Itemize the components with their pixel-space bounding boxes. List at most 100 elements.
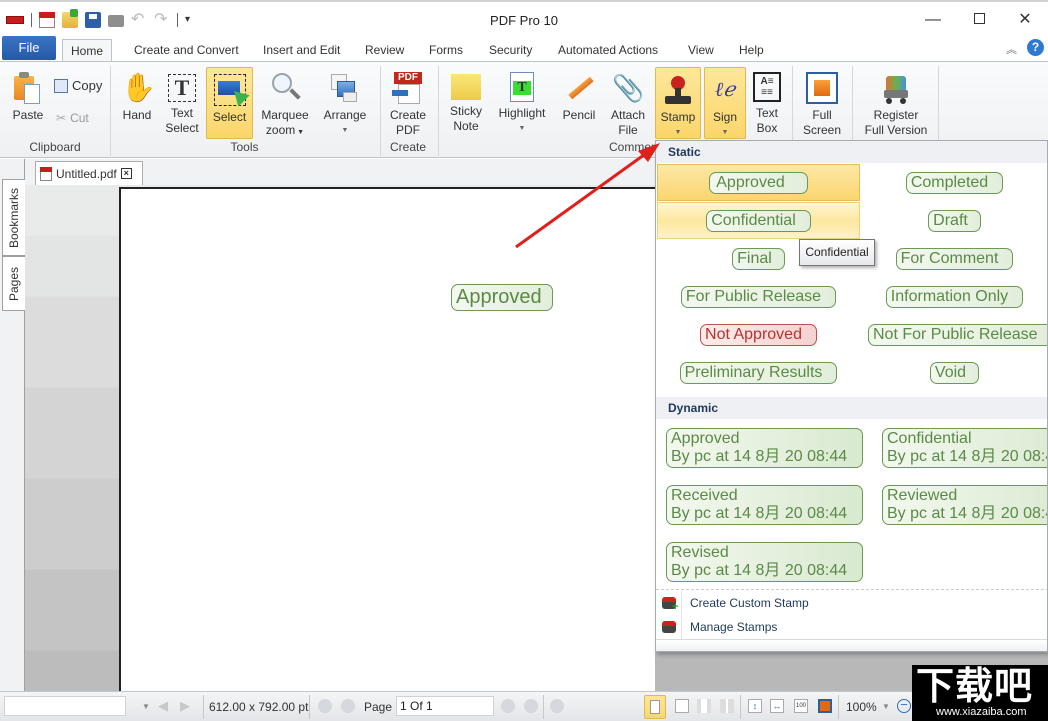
dynamic-stamp-info: By pc at 14 8月 20 08:44 xyxy=(887,505,1048,522)
first-page-icon[interactable] xyxy=(318,699,332,713)
highlight-button[interactable]: T Highlight ▼ xyxy=(494,66,550,140)
bookmarks-tab[interactable]: Bookmarks xyxy=(2,179,25,256)
dynamic-stamp-confidential[interactable]: Confidential By pc at 14 8月 20 08:44 xyxy=(882,428,1047,468)
dynamic-stamp-received[interactable]: Received By pc at 14 8月 20 08:44 xyxy=(666,485,863,525)
sticky-note-button[interactable]: Sticky Note xyxy=(444,66,488,140)
placed-stamp-approved[interactable]: Approved xyxy=(451,284,553,311)
stamp-option-void[interactable]: Void xyxy=(853,354,1047,391)
last-page-icon[interactable] xyxy=(524,699,538,713)
separator xyxy=(838,695,839,719)
continuous-view-icon[interactable] xyxy=(675,699,689,713)
stamp-option-confidential[interactable]: Confidential xyxy=(657,202,860,239)
paste-button[interactable]: Paste xyxy=(6,66,50,132)
sign-button[interactable]: ℓℯ Sign ▼ xyxy=(704,67,746,139)
text-select-label-2: Select xyxy=(165,121,199,135)
previous-page-icon[interactable] xyxy=(341,699,355,713)
marquee-zoom-button[interactable]: Marquee zoom ▼ xyxy=(256,66,314,140)
stamp-option-for-comment[interactable]: For Comment xyxy=(853,240,1047,277)
tab-view[interactable]: View xyxy=(680,39,722,62)
paste-label: Paste xyxy=(12,108,44,122)
stamp-option-preliminary-results[interactable]: Preliminary Results xyxy=(657,354,860,391)
full-screen-icon xyxy=(806,72,838,104)
attach-file-button[interactable]: 📎 Attach File xyxy=(606,66,650,140)
tab-insert-and-edit[interactable]: Insert and Edit xyxy=(255,39,348,62)
text-select-button[interactable]: T Text Select xyxy=(160,66,204,140)
tab-home[interactable]: Home xyxy=(62,39,113,62)
collapse-ribbon-icon[interactable]: ︽ xyxy=(1006,41,1017,57)
back-icon[interactable] xyxy=(550,699,564,713)
page-label: Page xyxy=(364,700,393,714)
dynamic-stamp-revised[interactable]: Revised By pc at 14 8月 20 08:44 xyxy=(666,542,863,582)
stamp-option-draft[interactable]: Draft xyxy=(853,202,1047,239)
cut-label: Cut xyxy=(70,111,89,125)
manage-stamps-item[interactable]: Manage Stamps xyxy=(656,615,1047,639)
text-box-button[interactable]: A≡ ≡≡ Text Box xyxy=(748,66,786,140)
dynamic-section-header: Dynamic xyxy=(656,397,1047,419)
maximize-button[interactable] xyxy=(964,8,994,32)
file-menu-button[interactable]: File xyxy=(2,36,56,60)
stamp-option-information-only[interactable]: Information Only xyxy=(853,278,1047,315)
fit-page-icon[interactable] xyxy=(818,699,832,713)
attach-label-2: File xyxy=(618,123,638,137)
create-pdf-button[interactable]: PDF Create PDF xyxy=(386,66,430,137)
sticky-label-2: Note xyxy=(453,119,479,133)
pencil-button[interactable]: Pencil xyxy=(558,66,600,132)
full-screen-button[interactable]: Full Screen xyxy=(798,66,846,140)
document-tab[interactable]: Untitled.pdf × xyxy=(35,161,143,185)
stamp-option-approved[interactable]: Approved xyxy=(657,164,860,201)
next-page-icon[interactable] xyxy=(501,699,515,713)
close-button[interactable]: ✕ xyxy=(1010,8,1040,32)
arrange-button[interactable]: Arrange ▼ xyxy=(318,66,372,140)
zoom-dropdown-icon[interactable]: ▼ xyxy=(882,702,890,711)
stamp-option-for-public-release[interactable]: For Public Release xyxy=(657,278,860,315)
stamp-option-not-approved[interactable]: Not Approved xyxy=(657,316,860,353)
fit-width-icon[interactable]: ↔ xyxy=(770,699,784,713)
pdf-page[interactable]: Approved xyxy=(119,187,659,691)
stamp-icon xyxy=(662,74,694,106)
create-custom-stamp-item[interactable]: + Create Custom Stamp xyxy=(656,591,1047,615)
full-screen-label-2: Screen xyxy=(802,123,842,137)
single-page-view-button[interactable] xyxy=(644,695,666,719)
hand-tool-button[interactable]: ✋ Hand xyxy=(116,66,158,132)
tab-automated-actions[interactable]: Automated Actions xyxy=(550,39,666,62)
actual-size-icon[interactable]: 100 xyxy=(794,699,808,713)
facing-view-icon[interactable] xyxy=(697,699,711,713)
register-button[interactable]: Register Full Version xyxy=(858,66,934,140)
page-size-readout: 612.00 x 792.00 pt xyxy=(209,700,309,714)
dynamic-stamp-approved[interactable]: Approved By pc at 14 8月 20 08:44 xyxy=(666,428,863,468)
pages-tab[interactable]: Pages xyxy=(2,256,25,311)
search-combo-input[interactable] xyxy=(4,696,126,716)
stamp-label: Approved xyxy=(709,171,808,194)
tab-forms[interactable]: Forms xyxy=(421,39,471,62)
tab-help[interactable]: Help xyxy=(731,39,772,62)
previous-result-icon[interactable]: ◀ xyxy=(158,699,172,713)
page-number-input[interactable]: 1 Of 1 xyxy=(396,696,494,716)
stamp-button[interactable]: Stamp ▼ xyxy=(655,67,701,139)
dynamic-stamp-reviewed[interactable]: Reviewed By pc at 14 8月 20 08:44 xyxy=(882,485,1048,525)
zoom-out-icon[interactable]: − xyxy=(897,698,911,713)
stamp-dropdown-menu: Static Approved Completed Confidential D… xyxy=(655,140,1048,652)
copy-button[interactable]: Copy xyxy=(54,78,102,93)
help-icon[interactable]: ? xyxy=(1027,39,1044,56)
manage-stamps-icon xyxy=(656,615,682,639)
continuous-facing-view-icon[interactable] xyxy=(720,699,734,713)
marquee-label-2: zoom xyxy=(265,123,296,137)
stamp-option-completed[interactable]: Completed xyxy=(853,164,1047,201)
marquee-label-1: Marquee xyxy=(261,108,309,122)
next-result-icon[interactable]: ▶ xyxy=(180,699,194,713)
close-tab-icon[interactable]: × xyxy=(120,168,132,179)
tab-security[interactable]: Security xyxy=(481,39,540,62)
tab-review[interactable]: Review xyxy=(357,39,412,62)
fit-height-icon[interactable]: ↕ xyxy=(748,699,762,713)
dropdown-caret-icon[interactable]: ▼ xyxy=(142,702,150,711)
dropdown-caret-icon: ▼ xyxy=(674,129,682,136)
tab-create-and-convert[interactable]: Create and Convert xyxy=(126,39,247,62)
stamp-option-not-for-public-release[interactable]: Not For Public Release xyxy=(868,316,1047,353)
cut-button[interactable]: ✂ Cut xyxy=(56,111,89,125)
document-tab-bar: Untitled.pdf × xyxy=(25,159,655,185)
minimize-button[interactable]: — xyxy=(918,8,948,32)
register-label-2: Full Version xyxy=(864,123,928,137)
select-tool-button[interactable]: Select xyxy=(206,67,253,139)
zoom-level[interactable]: 100% xyxy=(846,700,877,714)
stamp-label: Draft xyxy=(928,209,981,232)
